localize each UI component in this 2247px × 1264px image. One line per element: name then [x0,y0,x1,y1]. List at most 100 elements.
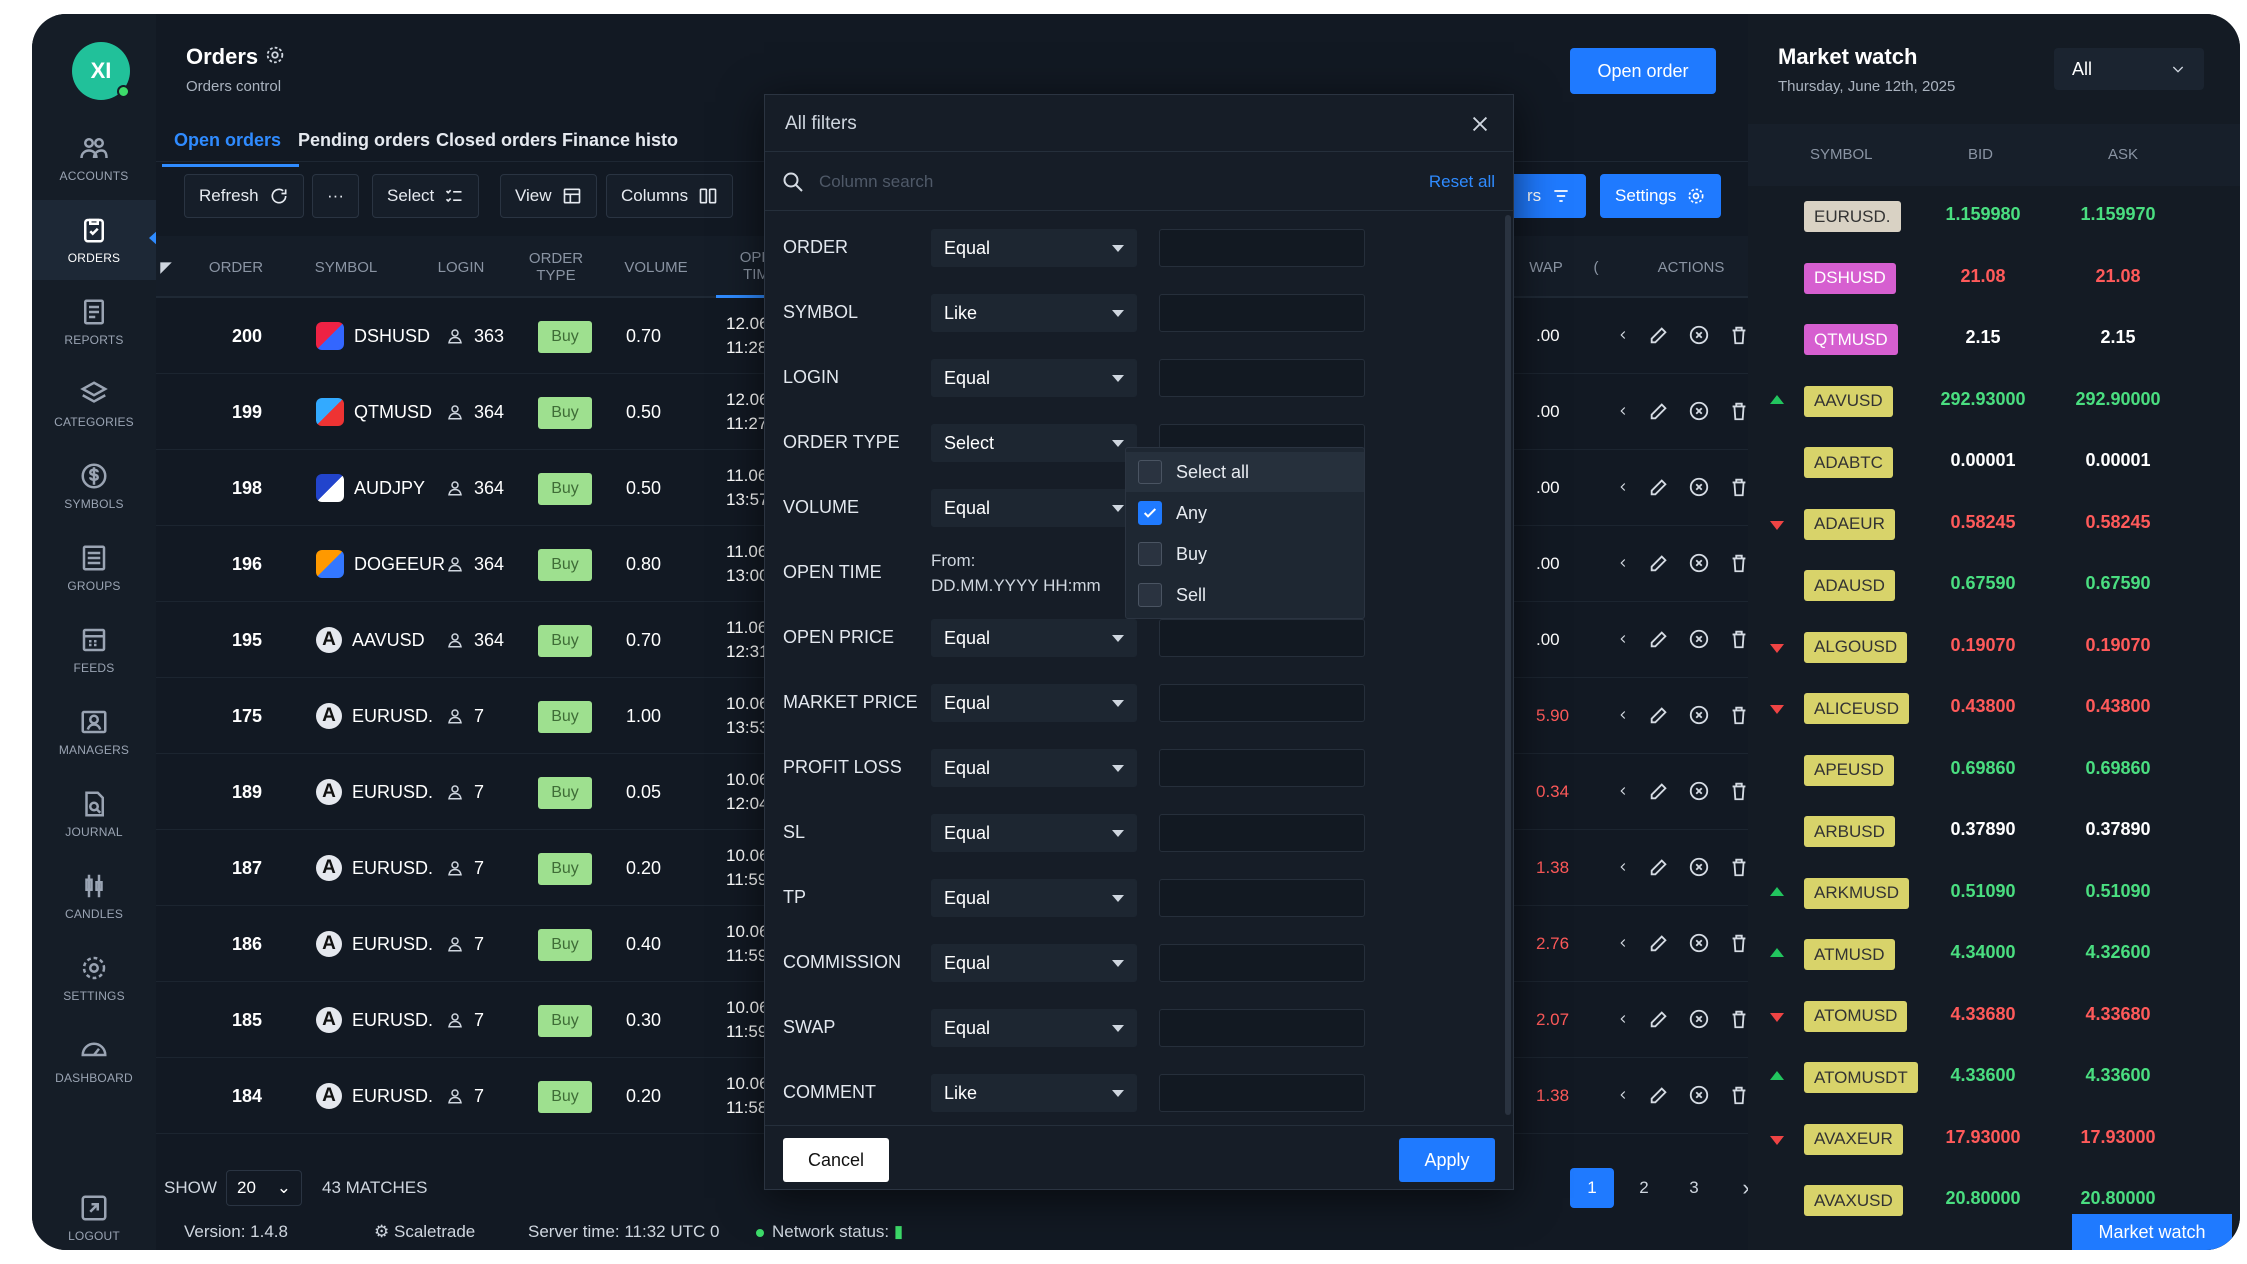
order-type-option-any[interactable]: Any [1138,493,1207,533]
close-icon[interactable] [1469,113,1491,135]
trash-icon[interactable] [1728,780,1750,802]
close-order-icon[interactable] [1688,628,1710,650]
edit-icon[interactable] [1648,1084,1670,1106]
close-order-icon[interactable] [1688,400,1710,422]
checkbox[interactable] [1138,542,1162,566]
logout-button[interactable]: LOGOUT [32,1178,156,1250]
gear-icon[interactable] [264,44,286,66]
close-order-icon[interactable] [1688,1084,1710,1106]
edit-icon[interactable] [1648,856,1670,878]
sidebar-item-categories[interactable]: CATEGORIES [32,364,156,444]
sidebar-item-groups[interactable]: GROUPS [32,528,156,608]
close-order-icon[interactable] [1688,856,1710,878]
login-cell[interactable]: 364 [446,450,504,526]
reset-all-link[interactable]: Reset all [1429,172,1495,192]
settings-button[interactable]: Settings [1600,174,1722,218]
market-row[interactable]: ADAUSD 0.67590 0.67590 [1748,555,2240,616]
sidebar-item-settings[interactable]: SETTINGS [32,938,156,1018]
trash-icon[interactable] [1728,1008,1750,1030]
open-time-from-input[interactable]: From: DD.MM.YYYY HH:mm [931,548,1137,598]
filter-operator-select[interactable]: Equal [931,229,1137,267]
filter-value-input[interactable] [1159,359,1365,397]
market-filter-select[interactable]: All [2054,48,2204,90]
col-bid[interactable]: BID [1968,146,1993,163]
filter-value-input[interactable] [1159,879,1365,917]
expand-icon[interactable] [1616,856,1630,878]
edit-icon[interactable] [1648,1008,1670,1030]
trash-icon[interactable] [1728,476,1750,498]
page-3-button[interactable]: 3 [1672,1168,1716,1208]
avatar[interactable]: XI [72,42,130,100]
login-cell[interactable]: 7 [446,830,484,906]
order-type-option-select-all[interactable]: Select all [1126,452,1364,492]
modal-scrollbar[interactable] [1505,215,1511,1115]
login-cell[interactable]: 7 [446,906,484,982]
col-mw-symbol[interactable]: SYMBOL [1810,146,1873,163]
filter-value-input[interactable] [1159,1009,1365,1047]
select-all-toggle[interactable]: ◤ [156,236,176,298]
expand-icon[interactable] [1616,1084,1630,1106]
trash-icon[interactable] [1728,400,1750,422]
trash-icon[interactable] [1728,628,1750,650]
col-order-type[interactable]: ORDER TYPE [516,236,596,298]
sidebar-item-accounts[interactable]: ACCOUNTS [32,118,156,198]
login-cell[interactable]: 7 [446,1058,484,1134]
trash-icon[interactable] [1728,324,1750,346]
filter-operator-select[interactable]: Equal [931,684,1137,722]
filter-value-input[interactable] [1159,294,1365,332]
edit-icon[interactable] [1648,932,1670,954]
filter-value-input[interactable] [1159,1074,1365,1112]
tab-pending-orders[interactable]: Pending orders [298,130,430,151]
filter-operator-select[interactable]: Like [931,1074,1137,1112]
expand-icon[interactable] [1616,932,1630,954]
page-2-button[interactable]: 2 [1622,1168,1666,1208]
market-row[interactable]: ALGOUSD 0.19070 0.19070 [1748,617,2240,678]
col-symbol[interactable]: SYMBOL [296,236,396,298]
refresh-button[interactable]: Refresh [184,174,304,218]
edit-icon[interactable] [1648,400,1670,422]
sidebar-item-candles[interactable]: CANDLES [32,856,156,936]
checkbox[interactable] [1138,583,1162,607]
close-order-icon[interactable] [1688,932,1710,954]
tab-finance-history[interactable]: Finance histo [562,130,678,151]
page-1-button[interactable]: 1 [1570,1168,1614,1208]
more-button[interactable]: ··· [312,174,359,218]
market-row[interactable]: ATMUSD 4.34000 4.32600 [1748,924,2240,985]
market-row[interactable]: ARBUSD 0.37890 0.37890 [1748,801,2240,862]
edit-icon[interactable] [1648,552,1670,574]
filter-operator-select[interactable]: Select [931,424,1137,462]
expand-icon[interactable] [1616,400,1630,422]
login-cell[interactable]: 364 [446,602,504,678]
trash-icon[interactable] [1728,552,1750,574]
close-order-icon[interactable] [1688,324,1710,346]
login-cell[interactable]: 7 [446,982,484,1058]
sidebar-item-managers[interactable]: MANAGERS [32,692,156,772]
edit-icon[interactable] [1648,324,1670,346]
checkbox[interactable] [1138,501,1162,525]
filter-value-input[interactable] [1159,749,1365,787]
checkbox[interactable] [1138,460,1162,484]
order-type-option-sell[interactable]: Sell [1138,575,1206,615]
filter-operator-select[interactable]: Equal [931,879,1137,917]
filter-operator-select[interactable]: Equal [931,814,1137,852]
tab-open-orders[interactable]: Open orders [161,130,300,167]
col-ask[interactable]: ASK [2108,146,2138,163]
sidebar-item-dashboard[interactable]: DASHBOARD [32,1020,156,1100]
login-cell[interactable]: 364 [446,526,504,602]
market-row[interactable]: ATOMUSD 4.33680 4.33680 [1748,986,2240,1047]
view-button[interactable]: View [500,174,597,218]
filter-value-input[interactable] [1159,229,1365,267]
edit-icon[interactable] [1648,476,1670,498]
login-cell[interactable]: 364 [446,374,504,450]
filter-operator-select[interactable]: Equal [931,619,1137,657]
market-row[interactable]: ALICEUSD 0.43800 0.43800 [1748,678,2240,739]
filter-operator-select[interactable]: Equal [931,359,1137,397]
market-row[interactable]: ARKMUSD 0.51090 0.51090 [1748,863,2240,924]
edit-icon[interactable] [1648,780,1670,802]
expand-icon[interactable] [1616,780,1630,802]
col-swap[interactable]: WAP [1506,236,1586,298]
sidebar-item-orders[interactable]: ORDERS [32,200,158,280]
login-cell[interactable]: 363 [446,298,504,374]
col-volume[interactable]: VOLUME [606,236,706,298]
market-row[interactable]: AAVUSD 292.93000 292.90000 [1748,371,2240,432]
